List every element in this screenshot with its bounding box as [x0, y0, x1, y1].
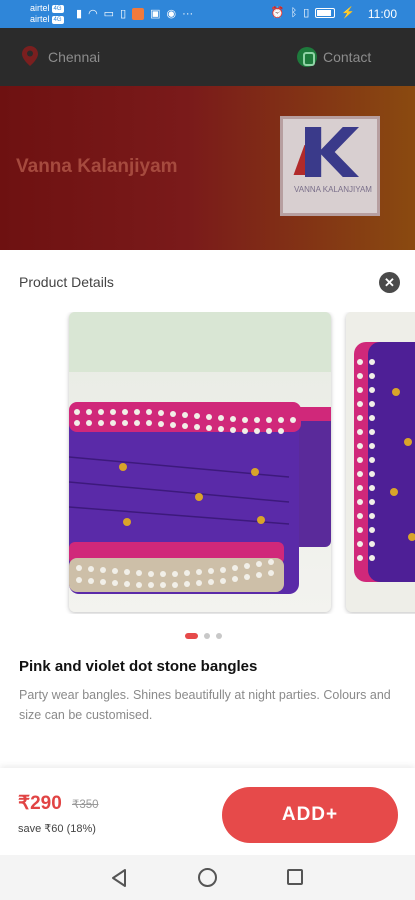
- sim-icon: ▯: [120, 8, 127, 20]
- status-time: 11:00: [367, 7, 397, 21]
- logo-k-mark: [305, 127, 359, 177]
- carrier-2-label: airtel: [30, 14, 50, 24]
- carrier-2: airtel 4G: [30, 14, 64, 24]
- product-image-1[interactable]: [69, 312, 331, 612]
- carousel-dot-2[interactable]: [204, 633, 210, 639]
- charging-icon: ⚡: [341, 7, 355, 19]
- status-bar: airtel 4G airtel 4G ▮ ◠ ▭ ▯ ▣ ◉ ··· ⏰ ᛒ ▯ …: [0, 0, 415, 28]
- back-icon[interactable]: [110, 868, 128, 888]
- original-price: ₹350: [72, 799, 99, 811]
- product-title: Pink and violet dot stone bangles: [19, 658, 258, 675]
- more-icon: ···: [182, 7, 194, 20]
- network-tag-1: 4G: [51, 4, 64, 13]
- app-notification-icon: [132, 7, 145, 20]
- carrier-1: airtel 4G: [30, 3, 64, 13]
- price-footer: ₹290 ₹350 save ₹60 (18%) ADD+: [0, 768, 415, 856]
- product-description: Party wear bangles. Shines beautifully a…: [19, 688, 391, 722]
- location-bar: Chennai Contact: [0, 28, 415, 86]
- bluetooth-icon: ᛒ: [290, 6, 298, 19]
- contact-button[interactable]: Contact: [323, 49, 371, 65]
- alarm-icon: ⏰: [270, 7, 285, 19]
- store-hero-banner: Vanna Kalanjiyam VANNA KALANJIYAM: [0, 86, 415, 250]
- location-pin-icon: [22, 46, 38, 66]
- whatsapp-icon[interactable]: [297, 47, 317, 67]
- vibrate-icon: ▯: [303, 7, 310, 19]
- store-logo: VANNA KALANJIYAM: [280, 116, 380, 216]
- carousel-dot-3[interactable]: [216, 633, 222, 639]
- close-button[interactable]: ✕: [379, 272, 400, 293]
- status-notification-icons: ▮ ◠ ▭ ▯ ▣ ◉ ···: [76, 7, 193, 20]
- sheet-title: Product Details: [19, 274, 114, 290]
- network-tag-2: 4G: [51, 15, 64, 24]
- store-header-dimmed: Chennai Contact Vanna Kalanjiyam VANNA K…: [0, 28, 415, 250]
- screen-icon: ▭: [103, 8, 115, 20]
- product-image-carousel[interactable]: [0, 312, 415, 614]
- download-icon: ▣: [150, 8, 161, 20]
- signal-icon: ▮: [76, 8, 83, 20]
- bangles-image-2: [346, 312, 415, 612]
- location-label[interactable]: Chennai: [48, 49, 100, 65]
- product-image-2[interactable]: [346, 312, 415, 612]
- bangles-image: [69, 312, 331, 612]
- settings-icon: ◉: [166, 8, 177, 20]
- battery-icon: [315, 7, 336, 18]
- carrier-1-label: airtel: [30, 3, 50, 13]
- logo-brand-text: VANNA KALANJIYAM: [294, 185, 372, 194]
- carousel-dot-1[interactable]: [185, 633, 198, 639]
- store-name: Vanna Kalanjiyam: [16, 156, 178, 177]
- carousel-pagination: [185, 633, 222, 639]
- system-navigation-bar: [0, 855, 415, 900]
- product-details-sheet: Product Details ✕ Pink and violet dot st…: [0, 252, 415, 855]
- add-to-cart-button[interactable]: ADD+: [222, 787, 398, 843]
- recent-apps-icon[interactable]: [287, 869, 303, 885]
- wifi-icon: ◠: [88, 8, 98, 20]
- status-system-icons: ⏰ ᛒ ▯ ⚡: [270, 6, 355, 20]
- product-price: ₹290: [18, 793, 62, 814]
- home-icon[interactable]: [198, 868, 217, 887]
- savings-label: save ₹60 (18%): [18, 823, 96, 835]
